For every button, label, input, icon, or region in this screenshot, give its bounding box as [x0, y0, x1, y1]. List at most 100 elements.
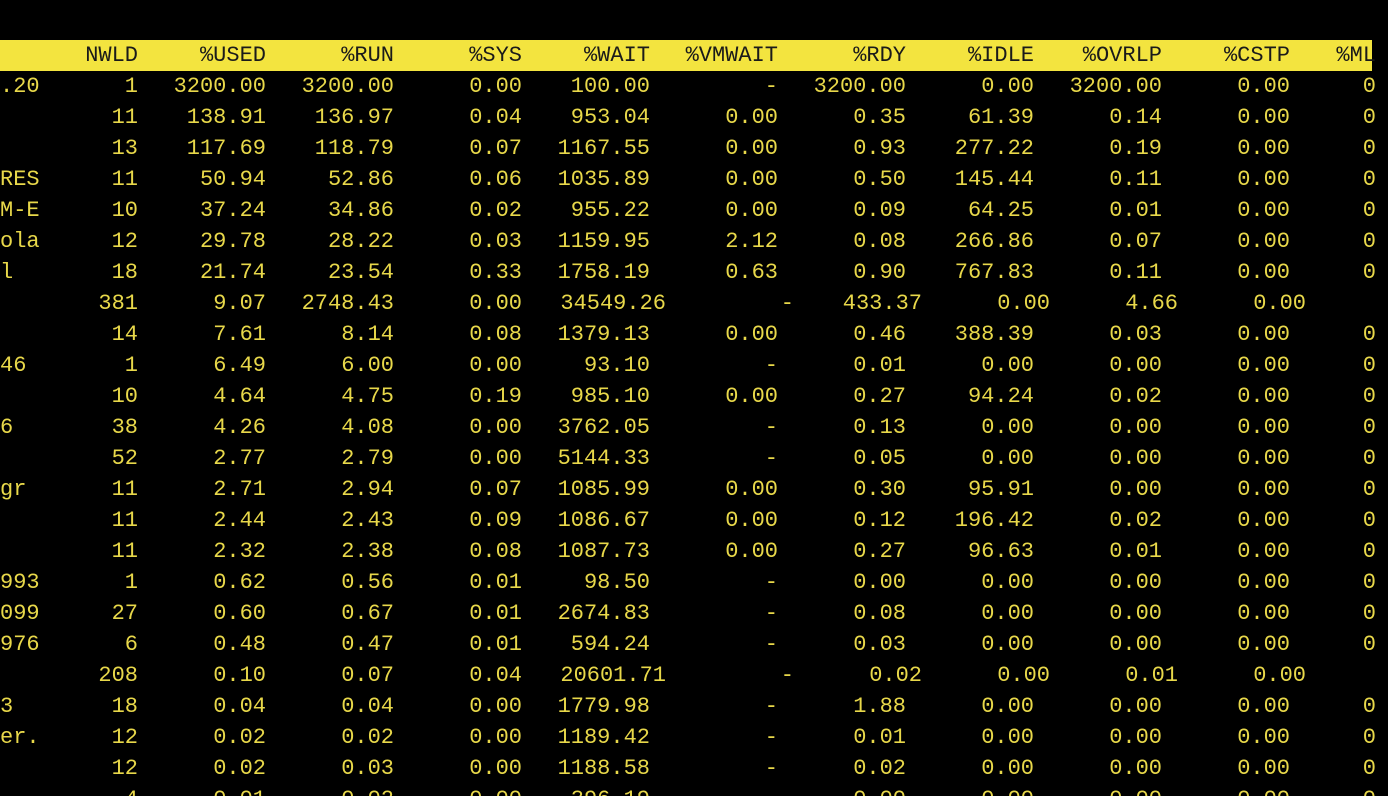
row-value-cell: 34.86 [327, 198, 394, 223]
row-value-cell: 0.00 [469, 74, 522, 99]
row-value-cell: 0.00 [1237, 167, 1290, 192]
row-value-cell: 136.97 [314, 105, 394, 130]
table-row[interactable]: .20 1 3200.00 3200.00 0.00 100.00 - 3200.00 0.00… [0, 71, 1388, 102]
row-value-cell: 3200.00 [813, 74, 906, 99]
row-value-cell: 2674.83 [557, 601, 650, 626]
column-header-pct-wait[interactable]: %WAIT [524, 40, 650, 71]
row-value-cell: 145.44 [954, 167, 1034, 192]
table-row[interactable]: M-E 10 37.24 34.86 0.02 955.22 0.00 0.09 64.25 0.… [0, 195, 1388, 226]
row-value-cell: 3200.00 [301, 74, 394, 99]
column-header-name[interactable] [0, 40, 40, 71]
column-header-pct-ovrlp[interactable]: %OVRLP [1036, 40, 1162, 71]
table-row[interactable]: gr 11 2.71 2.94 0.07 1085.99 0.00 0.30 95.91 0.00… [0, 474, 1388, 505]
row-value-cell: 0.02 [1109, 508, 1162, 533]
row-value-cell: 0.00 [469, 694, 522, 719]
row-value-cell: 0 [1362, 260, 1376, 285]
table-row[interactable]: 976 6 0.48 0.47 0.01 594.24 - 0.03 0.00 0.00 0.00 0 [0, 629, 1388, 660]
table-row[interactable]: ola 12 29.78 28.22 0.03 1159.95 2.12 0.08 266.86… [0, 226, 1388, 257]
table-row[interactable]: 993 1 0.62 0.56 0.01 98.50 - 0.00 0.00 0.00 0.00 0 [0, 567, 1388, 598]
table-row[interactable]: 46 1 6.49 6.00 0.00 93.10 - 0.01 0.00 0.00 0.00 0 [0, 350, 1388, 381]
row-name-cell: .20 [0, 74, 40, 99]
row-value-cell: 0.01 [853, 353, 906, 378]
row-value-cell: 21.74 [199, 260, 266, 285]
row-value-cell: 2.44 [213, 508, 266, 533]
table-row[interactable]: 52 2.77 2.79 0.00 5144.33 - 0.05 0.00 0.00 0.00 0 [0, 443, 1388, 474]
row-value-cell: 13 [111, 136, 138, 161]
row-value-cell: 0.01 [853, 725, 906, 750]
column-header-pct-run[interactable]: %RUN [268, 40, 394, 71]
table-row[interactable]: l 18 21.74 23.54 0.33 1758.19 0.63 0.90 767.83 0.… [0, 257, 1388, 288]
row-value-cell: 8.14 [341, 322, 394, 347]
row-value-cell: 1779.98 [557, 694, 650, 719]
table-row[interactable]: 208 0.10 0.07 0.04 20601.71 - 0.02 0.00 0.01 0.00 [0, 660, 1388, 691]
row-value-cell: 11 [111, 539, 138, 564]
row-value-cell: 9.07 [213, 291, 266, 316]
row-value-cell: 0.00 [1109, 477, 1162, 502]
row-value-cell: 0.05 [853, 446, 906, 471]
row-value-cell: 0.93 [853, 136, 906, 161]
table-row[interactable]: 10 4.64 4.75 0.19 985.10 0.00 0.27 94.24 0.02 0.0… [0, 381, 1388, 412]
row-value-cell: 0.04 [469, 663, 522, 688]
row-value-cell: 1 [124, 570, 138, 595]
row-value-cell: 0.19 [469, 384, 522, 409]
row-value-cell: 0.03 [341, 756, 394, 781]
row-value-cell: 18 [111, 260, 138, 285]
row-value-cell: 0 [1362, 353, 1376, 378]
table-row[interactable]: 12 0.02 0.03 0.00 1188.58 - 0.02 0.00 0.00 0.00 0 [0, 753, 1388, 784]
row-value-cell: 0.13 [853, 415, 906, 440]
table-row[interactable]: 40.010.020.00396.190.000.000.000.000 [0, 784, 1388, 796]
row-value-cell: 0.00 [469, 725, 522, 750]
row-value-cell: 0.02 [469, 198, 522, 223]
table-row[interactable]: 6 38 4.26 4.08 0.00 3762.05 - 0.13 0.00 0.00 0.00 0 [0, 412, 1388, 443]
row-value-cell: 0.08 [853, 229, 906, 254]
column-header-pct-rdy[interactable]: %RDY [780, 40, 906, 71]
table-row[interactable]: 11 138.91 136.97 0.04 953.04 0.00 0.35 61.39 0.1… [0, 102, 1388, 133]
table-row[interactable]: 11 2.32 2.38 0.08 1087.73 0.00 0.27 96.63 0.01 0.… [0, 536, 1388, 567]
table-row[interactable]: 13 117.69 118.79 0.07 1167.55 0.00 0.93 277.22 0… [0, 133, 1388, 164]
row-value-cell: 0.19 [1109, 136, 1162, 161]
column-header-pct-idle[interactable]: %IDLE [908, 40, 1034, 71]
table-row[interactable]: RES 11 50.94 52.86 0.06 1035.89 0.00 0.50 145.44… [0, 164, 1388, 195]
row-value-cell: 0.30 [853, 477, 906, 502]
row-value-cell: 0.00 [469, 446, 522, 471]
row-value-cell: 0 [1362, 632, 1376, 657]
column-header-pct-used[interactable]: %USED [140, 40, 266, 71]
row-value-cell: 0.00 [1237, 694, 1290, 719]
column-header-pct-cstp[interactable]: %CSTP [1164, 40, 1290, 71]
row-value-cell: 18 [111, 694, 138, 719]
table-row[interactable]: 14 7.61 8.14 0.08 1379.13 0.00 0.46 388.39 0.03 0… [0, 319, 1388, 350]
row-value-cell: 0 [1310, 784, 1376, 796]
table-row[interactable]: er. 12 0.02 0.02 0.00 1189.42 - 0.01 0.00 0.00 0.0… [0, 722, 1388, 753]
row-value-cell: 0.00 [1109, 632, 1162, 657]
row-value-cell: 3200.00 [173, 74, 266, 99]
row-value-cell: 11 [111, 167, 138, 192]
row-value-cell: 0 [1362, 570, 1376, 595]
table-row[interactable]: 099 27 0.60 0.67 0.01 2674.83 - 0.08 0.00 0.00 0.0… [0, 598, 1388, 629]
row-value-cell: - [764, 415, 778, 440]
table-row[interactable]: 381 9.07 2748.43 0.00 34549.26 - 433.37 0.00 4.6… [0, 288, 1388, 319]
column-header-pct-vmwait[interactable]: %VMWAIT [652, 40, 778, 71]
row-value-cell: 0.33 [469, 260, 522, 285]
row-value-cell: 1379.13 [557, 322, 650, 347]
row-value-cell: 0.08 [469, 322, 522, 347]
column-header-pct-ml[interactable]: %ML [1310, 40, 1376, 71]
row-value-cell: 2.38 [341, 539, 394, 564]
table-row[interactable]: 11 2.44 2.43 0.09 1086.67 0.00 0.12 196.42 0.02 0… [0, 505, 1388, 536]
column-header-nwld[interactable]: NWLD [60, 40, 138, 71]
row-value-cell: 0.09 [853, 198, 906, 223]
table-row[interactable]: 3 18 0.04 0.04 0.00 1779.98 - 1.88 0.00 0.00 0.00 0 [0, 691, 1388, 722]
row-value-cell: 0 [1362, 229, 1376, 254]
row-value-cell: 1159.95 [557, 229, 650, 254]
row-value-cell: 277.22 [954, 136, 1034, 161]
row-value-cell: 0.04 [469, 105, 522, 130]
row-name-cell [0, 784, 40, 796]
terminal-screen: rs NWLD%USED%RUN%SYS%WAIT%VMWAIT%RDY%IDL… [0, 0, 1388, 796]
row-value-cell: 11 [111, 105, 138, 130]
row-value-cell: 0.00 [981, 632, 1034, 657]
row-value-cell: 0.01 [469, 601, 522, 626]
row-value-cell: 0.90 [853, 260, 906, 285]
row-value-cell: - [764, 446, 778, 471]
row-value-cell: 0.01 [1125, 663, 1178, 688]
column-header-pct-sys[interactable]: %SYS [396, 40, 522, 71]
row-value-cell: - [764, 632, 778, 657]
